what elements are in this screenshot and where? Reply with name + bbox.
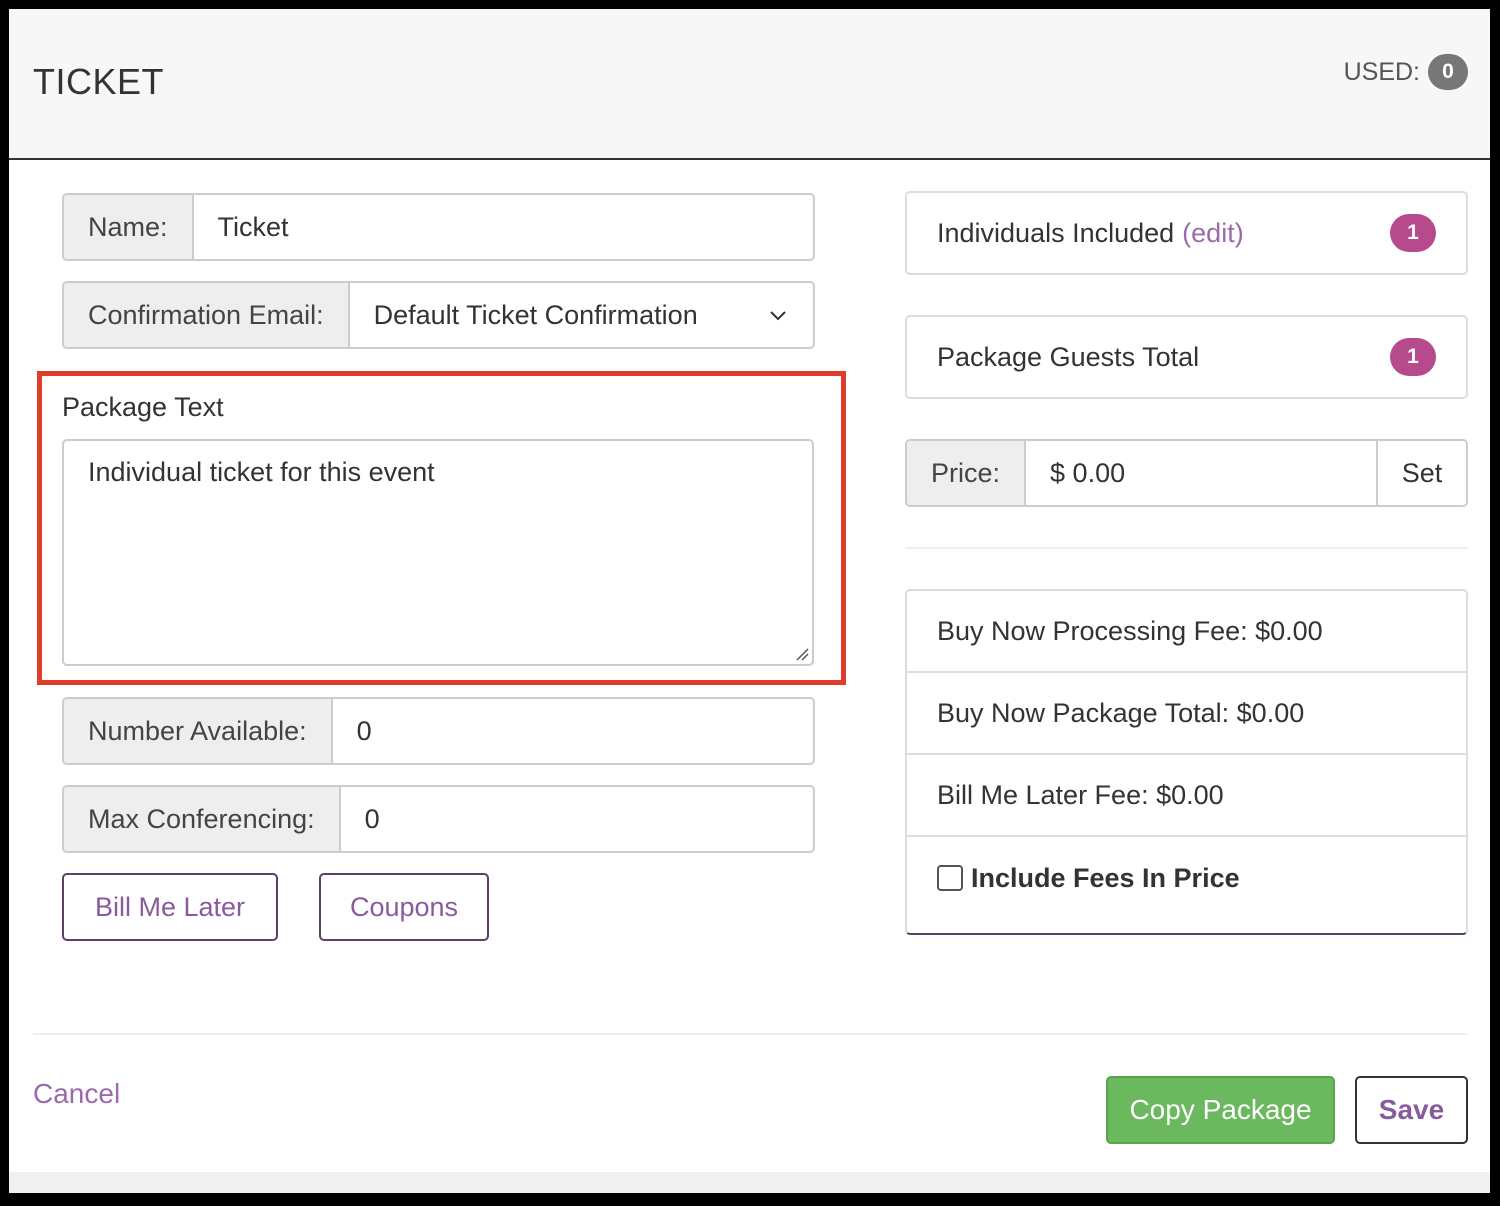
include-fees-row: Include Fees In Price [907, 837, 1466, 919]
individuals-count-badge: 1 [1390, 214, 1436, 252]
max-conferencing-group: Max Conferencing: 0 [62, 785, 815, 853]
processing-fee-text: Buy Now Processing Fee: $0.00 [937, 615, 1323, 646]
ticket-modal: TICKET USED: 0 Name: Ticket Confirmation… [9, 9, 1490, 1193]
name-label: Name: [64, 195, 194, 259]
individuals-included-panel: Individuals Included (edit) 1 [905, 191, 1468, 275]
package-guests-row: Package Guests Total 1 [907, 317, 1466, 397]
number-available-input[interactable]: 0 [333, 699, 813, 763]
footer-divider [33, 1033, 1468, 1035]
individuals-edit-link[interactable]: (edit) [1182, 218, 1244, 249]
modal-footer-band [9, 1172, 1490, 1193]
save-button[interactable]: Save [1355, 1076, 1468, 1144]
confirmation-email-select[interactable]: Default Ticket Confirmation [350, 283, 813, 347]
fee-list: Buy Now Processing Fee: $0.00 Buy Now Pa… [905, 589, 1468, 935]
resize-handle-icon[interactable] [795, 647, 809, 661]
divider [905, 547, 1468, 549]
bill-me-later-fee-text: Bill Me Later Fee: $0.00 [937, 779, 1224, 810]
processing-fee-row: Buy Now Processing Fee: $0.00 [907, 591, 1466, 673]
used-count-badge: 0 [1428, 54, 1468, 90]
price-input[interactable]: $ 0.00 [1026, 441, 1376, 505]
modal-title: TICKET [33, 61, 165, 102]
set-price-button[interactable]: Set [1376, 441, 1466, 505]
include-fees-label[interactable]: Include Fees In Price [971, 863, 1240, 894]
max-conferencing-label: Max Conferencing: [64, 787, 341, 851]
price-label: Price: [907, 441, 1027, 505]
individuals-included-row: Individuals Included (edit) 1 [907, 193, 1466, 273]
bill-me-later-fee-row: Bill Me Later Fee: $0.00 [907, 755, 1466, 837]
chevron-down-icon [770, 311, 786, 321]
package-guests-panel: Package Guests Total 1 [905, 315, 1468, 399]
copy-package-button[interactable]: Copy Package [1106, 1076, 1335, 1144]
modal-header: TICKET USED: 0 [9, 9, 1490, 160]
confirmation-email-group: Confirmation Email: Default Ticket Confi… [62, 281, 815, 349]
package-total-row: Buy Now Package Total: $0.00 [907, 673, 1466, 755]
max-conferencing-input[interactable]: 0 [341, 787, 813, 851]
package-guests-label: Package Guests Total [937, 341, 1200, 372]
confirmation-email-value: Default Ticket Confirmation [373, 299, 698, 330]
package-text-label: Package Text [62, 392, 224, 422]
price-input-group: Price: $ 0.00 Set [905, 439, 1468, 507]
coupons-button[interactable]: Coupons [319, 873, 489, 941]
include-fees-checkbox[interactable] [937, 865, 963, 891]
cancel-link[interactable]: Cancel [33, 1078, 120, 1110]
name-input[interactable]: Ticket [194, 195, 813, 259]
confirmation-email-label: Confirmation Email: [64, 283, 350, 347]
number-available-group: Number Available: 0 [62, 697, 815, 765]
number-available-label: Number Available: [64, 699, 333, 763]
package-guests-count-badge: 1 [1390, 338, 1436, 376]
individuals-included-label: Individuals Included [937, 217, 1175, 248]
package-text-textarea[interactable]: Individual ticket for this event [62, 439, 814, 666]
name-input-group: Name: Ticket [62, 193, 815, 261]
package-text-value: Individual ticket for this event [88, 457, 435, 487]
used-label: USED: [1343, 57, 1420, 86]
used-indicator: USED: 0 [1344, 54, 1468, 90]
bill-me-later-button[interactable]: Bill Me Later [62, 873, 278, 941]
package-total-text: Buy Now Package Total: $0.00 [937, 697, 1305, 728]
